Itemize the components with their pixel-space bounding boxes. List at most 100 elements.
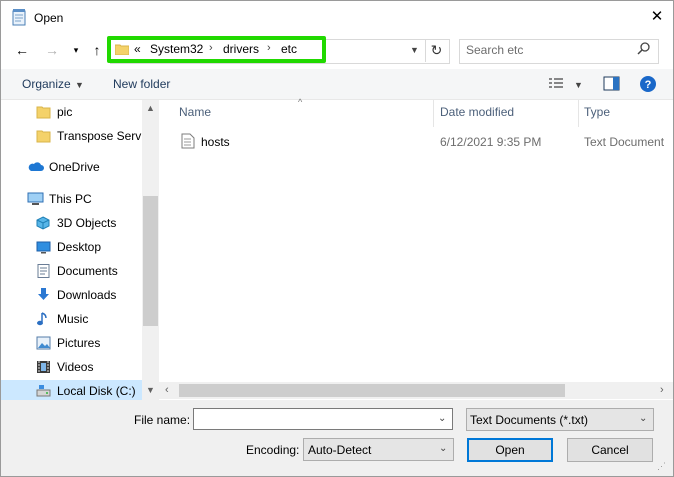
list-view-icon <box>549 78 563 88</box>
chevron-down-icon: ▼ <box>75 80 84 90</box>
file-row[interactable]: hosts 6/12/2021 9:35 PM Text Document <box>161 129 673 153</box>
videos-icon <box>36 360 51 374</box>
scroll-left-icon[interactable]: ‹ <box>165 384 169 396</box>
search-icon[interactable] <box>637 42 651 56</box>
download-icon <box>36 288 51 302</box>
drive-icon <box>36 384 51 398</box>
encoding-select[interactable]: Auto-Detect ⌄ <box>303 438 454 461</box>
forward-arrow-icon: → <box>45 42 59 58</box>
chevron-down-icon: ▼ <box>574 80 583 90</box>
nav-item-label: Documents <box>57 264 118 278</box>
recent-locations-button[interactable]: ▾ <box>65 39 87 61</box>
chevron-down-icon: ⌄ <box>639 413 648 424</box>
nav-item-local-disk[interactable]: Local Disk (C:) <box>1 380 142 402</box>
svg-text:?: ? <box>645 79 652 91</box>
scroll-right-icon[interactable]: › <box>660 384 664 396</box>
nav-item-videos[interactable]: Videos <box>1 356 142 378</box>
file-name: hosts <box>201 135 230 149</box>
nav-item-label: Desktop <box>57 240 102 254</box>
nav-item-music[interactable]: Music <box>1 308 142 330</box>
preview-pane-button[interactable] <box>603 76 620 91</box>
horizontal-scrollbar-thumb[interactable] <box>179 384 565 397</box>
view-dropdown[interactable]: ▼ <box>574 80 583 90</box>
back-button[interactable]: ← <box>11 39 33 61</box>
column-divider[interactable] <box>578 100 579 127</box>
desktop-icon <box>36 240 51 254</box>
notepad-icon <box>12 9 27 26</box>
navigation-pane: pic Transpose Servic OneDrive This PC 3D… <box>1 100 142 402</box>
chevron-down-icon: ⌄ <box>439 443 448 454</box>
nav-item-label: OneDrive <box>49 160 100 174</box>
nav-item-desktop[interactable]: Desktop <box>1 236 142 258</box>
file-name-input[interactable]: ⌄ <box>193 408 453 430</box>
chevron-down-icon: ▾ <box>73 45 79 55</box>
search-placeholder: Search etc <box>466 43 524 57</box>
file-type-select[interactable]: Text Documents (*.txt) ⌄ <box>466 408 654 431</box>
folder-icon <box>36 129 51 143</box>
nav-item-label: This PC <box>49 192 92 206</box>
nav-item-label: Pictures <box>57 336 101 350</box>
pictures-icon <box>36 336 51 350</box>
view-options-button[interactable] <box>548 77 564 91</box>
file-date: 6/12/2021 9:35 PM <box>440 135 542 149</box>
close-button[interactable]: ✕ <box>647 7 667 27</box>
navigation-scrollbar-thumb[interactable] <box>143 196 158 326</box>
window-title: Open <box>34 11 64 25</box>
help-button[interactable]: ? <box>639 75 657 93</box>
organize-button[interactable]: Organize <box>22 77 71 91</box>
nav-item-this-pc[interactable]: This PC <box>1 188 142 210</box>
open-dialog: Open ✕ ← → ▾ ↑ « System32 › drivers › et… <box>0 0 674 477</box>
close-icon: ✕ <box>650 8 664 25</box>
file-type-value: Text Documents (*.txt) <box>470 413 589 427</box>
scroll-up-icon[interactable]: ▲ <box>146 103 155 113</box>
column-header-name[interactable]: Name <box>179 105 211 119</box>
encoding-value: Auto-Detect <box>308 443 372 457</box>
forward-button[interactable]: → <box>41 39 63 61</box>
column-header-date-modified[interactable]: Date modified <box>440 105 514 119</box>
nav-item-label: Downloads <box>57 288 117 302</box>
title-bar <box>1 1 673 35</box>
cancel-button[interactable]: Cancel <box>567 438 653 462</box>
computer-icon <box>27 192 44 206</box>
nav-item-documents[interactable]: Documents <box>1 260 142 282</box>
nav-item-label: Videos <box>57 360 94 374</box>
column-header-type[interactable]: Type <box>584 105 610 119</box>
sort-ascending-icon: ^ <box>298 97 303 107</box>
nav-item-pic[interactable]: pic <box>1 101 142 123</box>
file-name-label: File name: <box>134 413 191 427</box>
music-icon <box>36 312 51 326</box>
address-highlight-box <box>107 36 326 63</box>
up-arrow-icon: ↑ <box>93 42 101 58</box>
nav-item-3d-objects[interactable]: 3D Objects <box>1 212 142 234</box>
chevron-down-icon: ▼ <box>410 45 419 55</box>
cube-icon <box>36 216 51 230</box>
nav-item-downloads[interactable]: Downloads <box>1 284 142 306</box>
resize-grip-icon[interactable]: ⋰ <box>657 461 666 472</box>
file-type: Text Document <box>584 135 665 149</box>
chevron-down-icon[interactable]: ⌄ <box>438 413 446 424</box>
preview-pane-icon <box>603 76 620 91</box>
back-arrow-icon: ← <box>15 42 29 58</box>
column-divider[interactable] <box>433 100 434 127</box>
cloud-icon <box>27 160 44 174</box>
address-history-dropdown[interactable]: ▼ <box>410 45 419 55</box>
scroll-down-icon[interactable]: ▼ <box>146 385 155 395</box>
command-bar <box>1 69 673 100</box>
document-icon <box>36 264 51 278</box>
nav-item-label: Transpose Servic <box>57 129 142 143</box>
nav-item-label: pic <box>57 105 73 119</box>
nav-item-label: 3D Objects <box>57 216 117 230</box>
nav-item-label: Music <box>57 312 89 326</box>
refresh-button[interactable]: ↻ <box>425 39 447 62</box>
help-icon: ? <box>640 76 656 92</box>
nav-item-pictures[interactable]: Pictures <box>1 332 142 354</box>
open-button[interactable]: Open <box>467 438 553 462</box>
nav-item-transpose-service[interactable]: Transpose Servic <box>1 125 142 147</box>
refresh-icon: ↻ <box>430 42 443 58</box>
text-file-icon <box>181 133 195 149</box>
nav-item-label: Local Disk (C:) <box>57 384 136 398</box>
up-button[interactable]: ↑ <box>86 39 108 61</box>
nav-item-onedrive[interactable]: OneDrive <box>1 156 142 178</box>
new-folder-button[interactable]: New folder <box>113 77 170 91</box>
folder-icon <box>36 105 51 119</box>
